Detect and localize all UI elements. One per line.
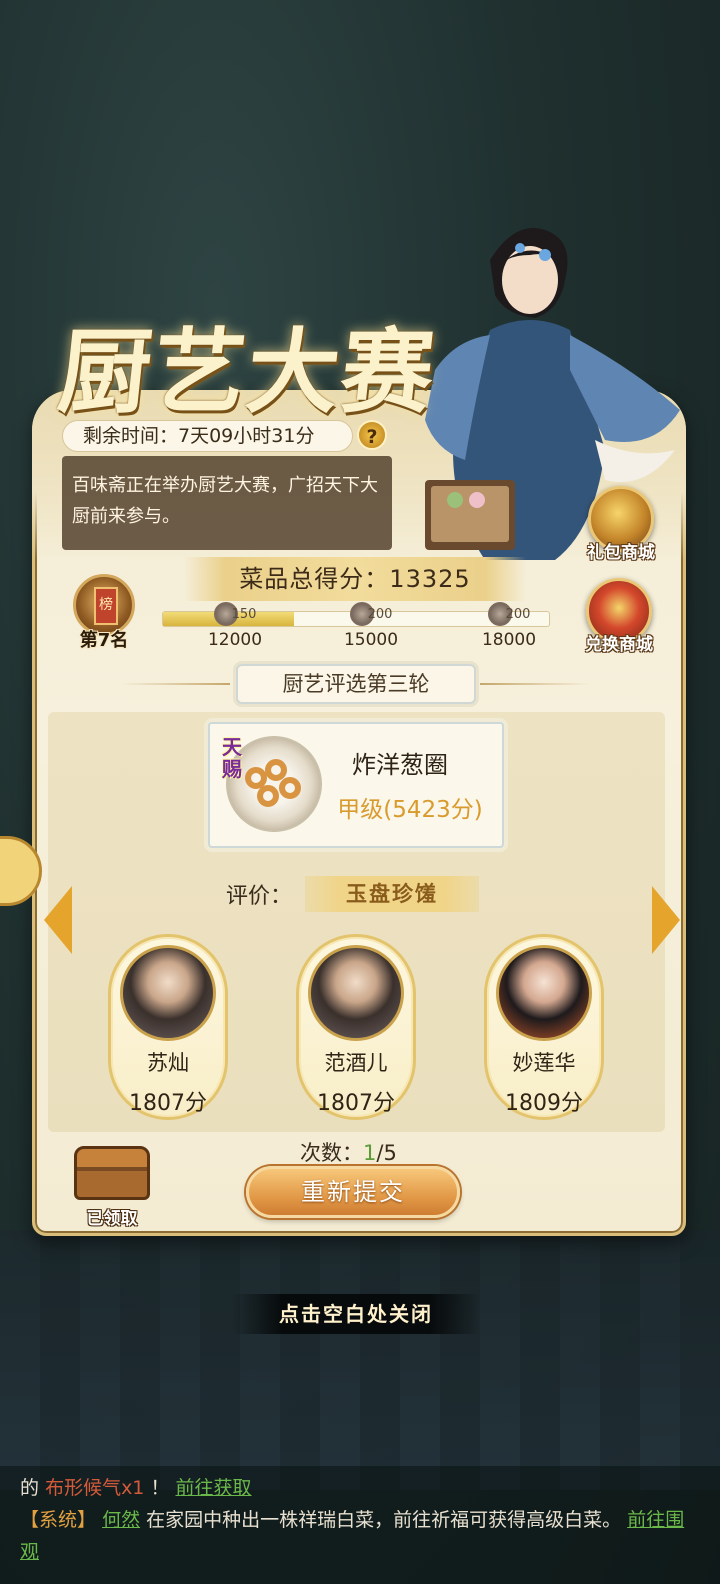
judge-card[interactable]: 妙莲华 1809分 (484, 934, 604, 1120)
rank-icon-text: 榜 (94, 587, 118, 625)
treasure-chest-icon (74, 1146, 150, 1200)
chat-line: 【系统】 何然 在家园中种出一株祥瑞白菜，前往祈福可获得高级白菜。 前往围观 (20, 1504, 700, 1568)
system-tag: 【系统】 (20, 1509, 97, 1531)
chest-status: 已领取 (86, 1209, 138, 1229)
exchange-shop-button[interactable]: 兑换商城 (576, 578, 662, 655)
contest-title: 厨艺大赛 (53, 318, 441, 426)
chat-text: 的 (20, 1477, 40, 1499)
milestone-reward[interactable]: 200 18000 (464, 602, 554, 650)
dish-grade: 甲级(5423分) (337, 797, 483, 823)
event-description: 百味斋正在举办厨艺大赛，广招天下大厨前来参与。 (62, 456, 392, 550)
attempt-count: 次数：1/5 (300, 1137, 397, 1167)
milestone-amount: 200 (505, 606, 531, 622)
next-arrow-icon[interactable] (652, 886, 680, 954)
milestone-reward[interactable]: 150 12000 (190, 602, 280, 650)
dish-name: 炸洋葱圈 (352, 751, 448, 779)
gift-shop-label: 礼包商城 (587, 543, 655, 563)
exchange-shop-label: 兑换商城 (585, 635, 653, 655)
judge-portrait (308, 945, 404, 1041)
heavenly-gift-tag: 天赐 (222, 735, 242, 781)
rank-label: 第7名 (79, 630, 129, 651)
previous-arrow-icon[interactable] (44, 886, 72, 954)
judge-score: 1807分 (129, 1091, 207, 1116)
chat-line: 的 布形候气x1 ！ 前往获取 (20, 1472, 700, 1504)
reward-chest[interactable]: 已领取 (70, 1146, 154, 1229)
help-icon[interactable]: ? (357, 420, 387, 450)
chat-user[interactable]: 何然 (102, 1509, 140, 1531)
chat-link[interactable]: 前往获取 (176, 1477, 252, 1499)
close-hint[interactable]: 点击空白处关闭 (232, 1294, 480, 1334)
remaining-time: 剩余时间：7天09小时31分 (62, 420, 354, 452)
milestone-threshold: 12000 (207, 630, 263, 650)
milestone-amount: 150 (231, 606, 257, 622)
judge-card[interactable]: 范酒儿 1807分 (296, 934, 416, 1120)
round-title: 厨艺评选第三轮 (236, 664, 476, 704)
chat-text: ！ (150, 1477, 170, 1499)
judge-score: 1809分 (505, 1091, 583, 1116)
city-backdrop (0, 1230, 720, 1490)
attempt-total: /5 (376, 1141, 397, 1165)
judge-name: 范酒儿 (324, 1051, 388, 1075)
chat-log: 的 布形候气x1 ！ 前往获取 【系统】 何然 在家园中种出一株祥瑞白菜，前往祈… (0, 1466, 720, 1584)
attempt-current: 1 (363, 1141, 377, 1165)
judge-name: 苏灿 (147, 1051, 189, 1075)
milestone-reward[interactable]: 200 15000 (326, 602, 416, 650)
gift-shop-button[interactable]: 礼包商城 (578, 486, 664, 563)
chat-text: 在家园中种出一株祥瑞白菜，前往祈福可获得高级白菜。 (146, 1509, 622, 1531)
total-score: 菜品总得分：13325 (184, 557, 526, 601)
evaluation-label: 评价： (226, 884, 293, 909)
milestone-threshold: 18000 (481, 630, 537, 650)
judge-portrait (496, 945, 592, 1041)
judge-portrait (120, 945, 216, 1041)
chat-item: 布形候气x1 (45, 1477, 145, 1499)
judge-score: 1807分 (317, 1091, 395, 1116)
attempt-label: 次数： (300, 1141, 363, 1165)
rank-button[interactable]: 榜 第7名 (68, 574, 140, 652)
divider-right (480, 683, 590, 685)
judge-card[interactable]: 苏灿 1807分 (108, 934, 228, 1120)
divider-left (120, 683, 230, 685)
milestone-amount: 200 (367, 606, 393, 622)
judge-name: 妙莲华 (512, 1051, 576, 1075)
resubmit-button[interactable]: 重新提交 (246, 1166, 460, 1218)
evaluation-value: 玉盘珍馐 (305, 876, 479, 912)
milestone-threshold: 15000 (343, 630, 399, 650)
